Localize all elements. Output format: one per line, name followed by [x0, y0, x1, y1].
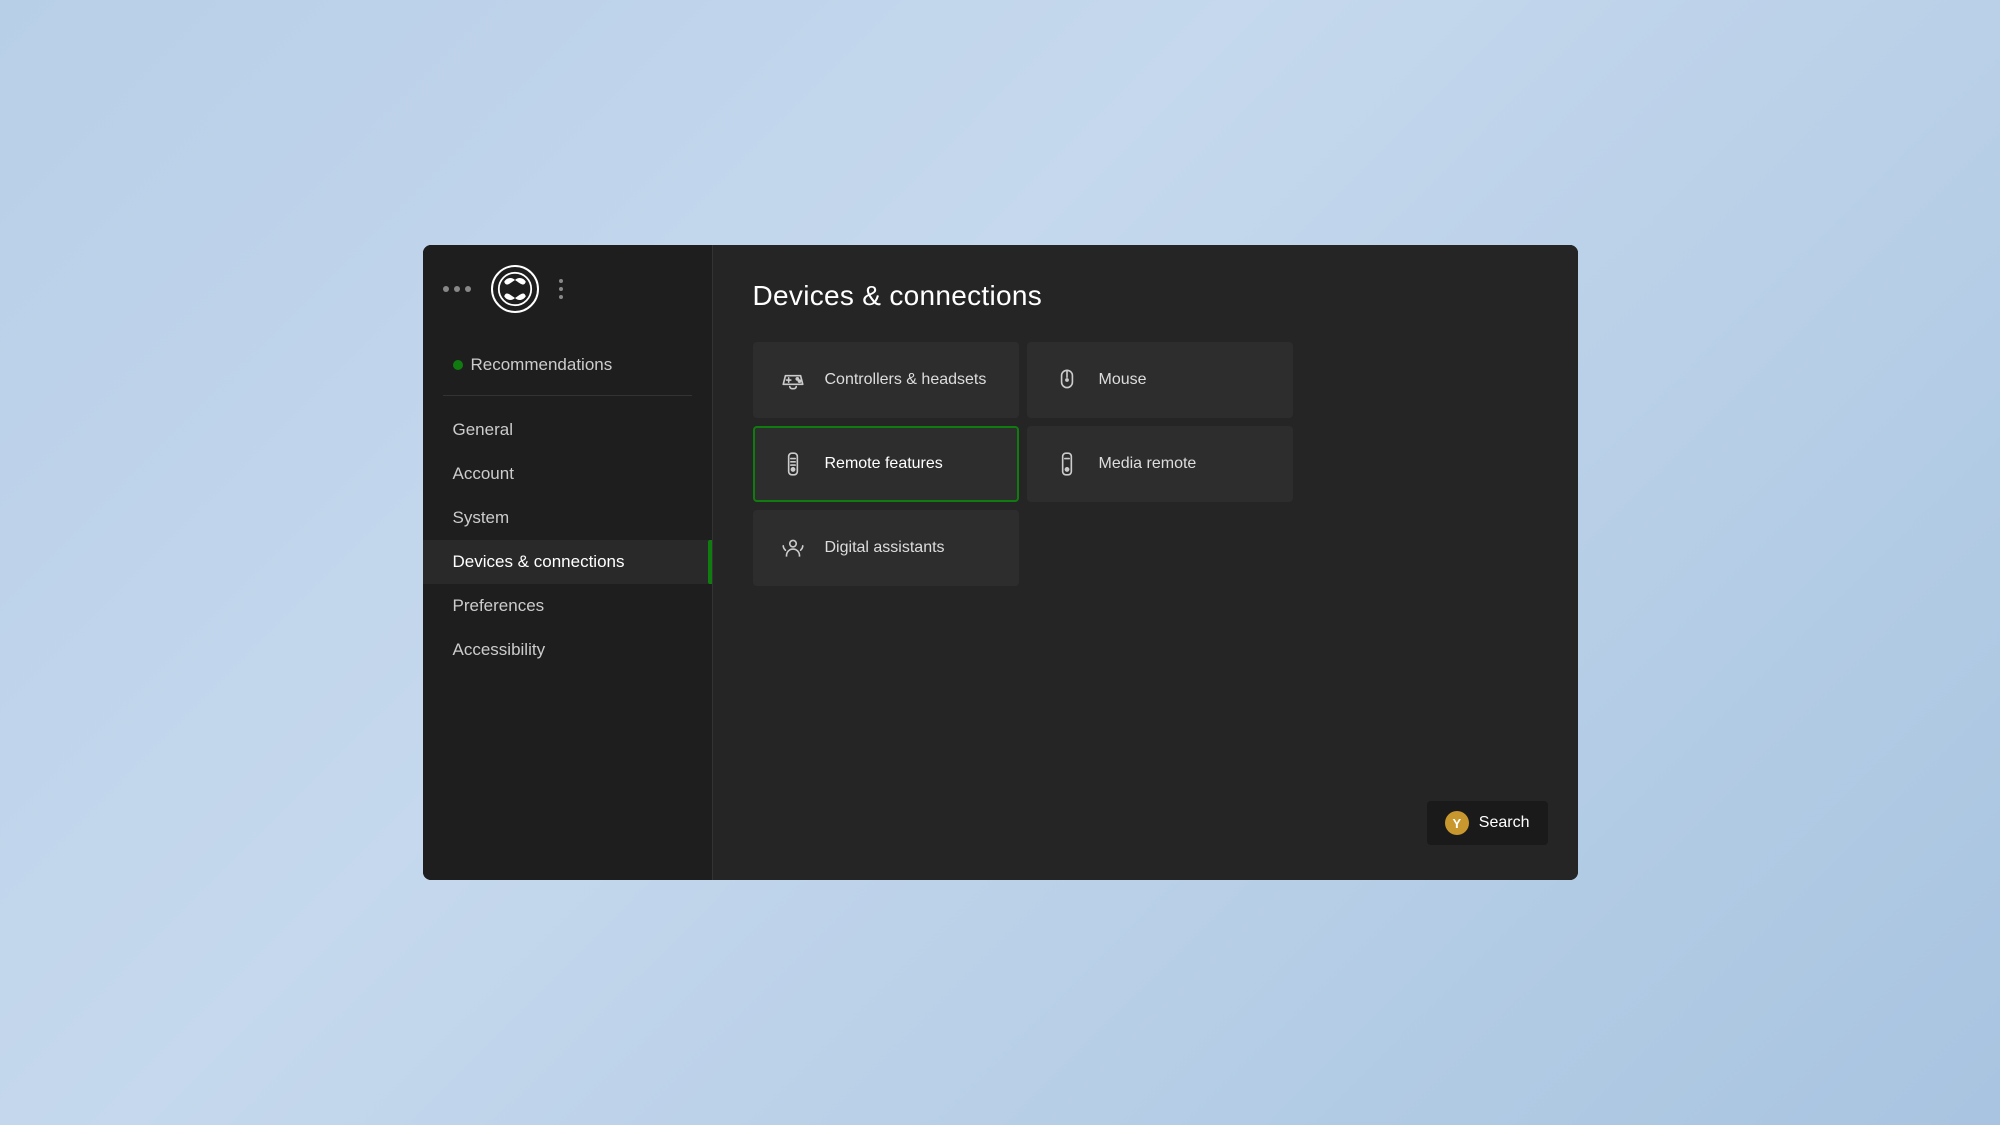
- menu-dot-3: [559, 295, 563, 299]
- media-remote-tile[interactable]: Media remote: [1027, 426, 1293, 502]
- recommendations-dot: [453, 360, 463, 370]
- mouse-label: Mouse: [1099, 371, 1147, 389]
- controller-icon: [779, 366, 807, 394]
- sidebar-item-preferences[interactable]: Preferences: [423, 584, 712, 628]
- media-remote-icon: [1053, 450, 1081, 478]
- dot-1: [443, 286, 449, 292]
- y-button-icon: Y: [1445, 811, 1469, 835]
- accessibility-label: Accessibility: [453, 640, 546, 660]
- main-content: Devices & connections Controllers & head…: [713, 245, 1578, 880]
- search-button[interactable]: Y Search: [1427, 801, 1548, 845]
- search-label: Search: [1479, 814, 1530, 832]
- sidebar-item-system[interactable]: System: [423, 496, 712, 540]
- menu-dot-1: [559, 279, 563, 283]
- menu-dots[interactable]: [559, 279, 563, 299]
- dot-3: [465, 286, 471, 292]
- controllers-label: Controllers & headsets: [825, 371, 987, 389]
- preferences-label: Preferences: [453, 596, 545, 616]
- sidebar-nav: Recommendations General Account System D…: [423, 333, 712, 860]
- dot-2: [454, 286, 460, 292]
- sidebar-item-devices[interactable]: Devices & connections: [423, 540, 712, 584]
- xbox-logo: [491, 265, 539, 313]
- remote-features-label: Remote features: [825, 455, 943, 473]
- nav-divider: [443, 395, 692, 396]
- sidebar: Recommendations General Account System D…: [423, 245, 713, 880]
- sidebar-item-accessibility[interactable]: Accessibility: [423, 628, 712, 672]
- account-label: Account: [453, 464, 514, 484]
- page-title: Devices & connections: [753, 280, 1538, 312]
- media-remote-label: Media remote: [1099, 455, 1197, 473]
- controllers-headsets-tile[interactable]: Controllers & headsets: [753, 342, 1019, 418]
- general-label: General: [453, 420, 513, 440]
- remote-features-tile[interactable]: Remote features: [753, 426, 1019, 502]
- y-letter: Y: [1452, 816, 1461, 831]
- recommendations-label: Recommendations: [471, 355, 613, 375]
- system-label: System: [453, 508, 510, 528]
- nav-dots-left: [443, 286, 471, 292]
- menu-dot-2: [559, 287, 563, 291]
- settings-window: Recommendations General Account System D…: [423, 245, 1578, 880]
- remote-icon: [779, 450, 807, 478]
- sidebar-item-recommendations[interactable]: Recommendations: [423, 343, 712, 387]
- sidebar-item-general[interactable]: General: [423, 408, 712, 452]
- mouse-tile[interactable]: Mouse: [1027, 342, 1293, 418]
- devices-label: Devices & connections: [453, 552, 625, 572]
- digital-assistants-label: Digital assistants: [825, 539, 945, 557]
- devices-grid: Controllers & headsets Mouse: [753, 342, 1293, 586]
- digital-assistants-tile[interactable]: Digital assistants: [753, 510, 1019, 586]
- mouse-icon: [1053, 366, 1081, 394]
- assistant-icon: [779, 534, 807, 562]
- sidebar-item-account[interactable]: Account: [423, 452, 712, 496]
- sidebar-header: [423, 265, 712, 333]
